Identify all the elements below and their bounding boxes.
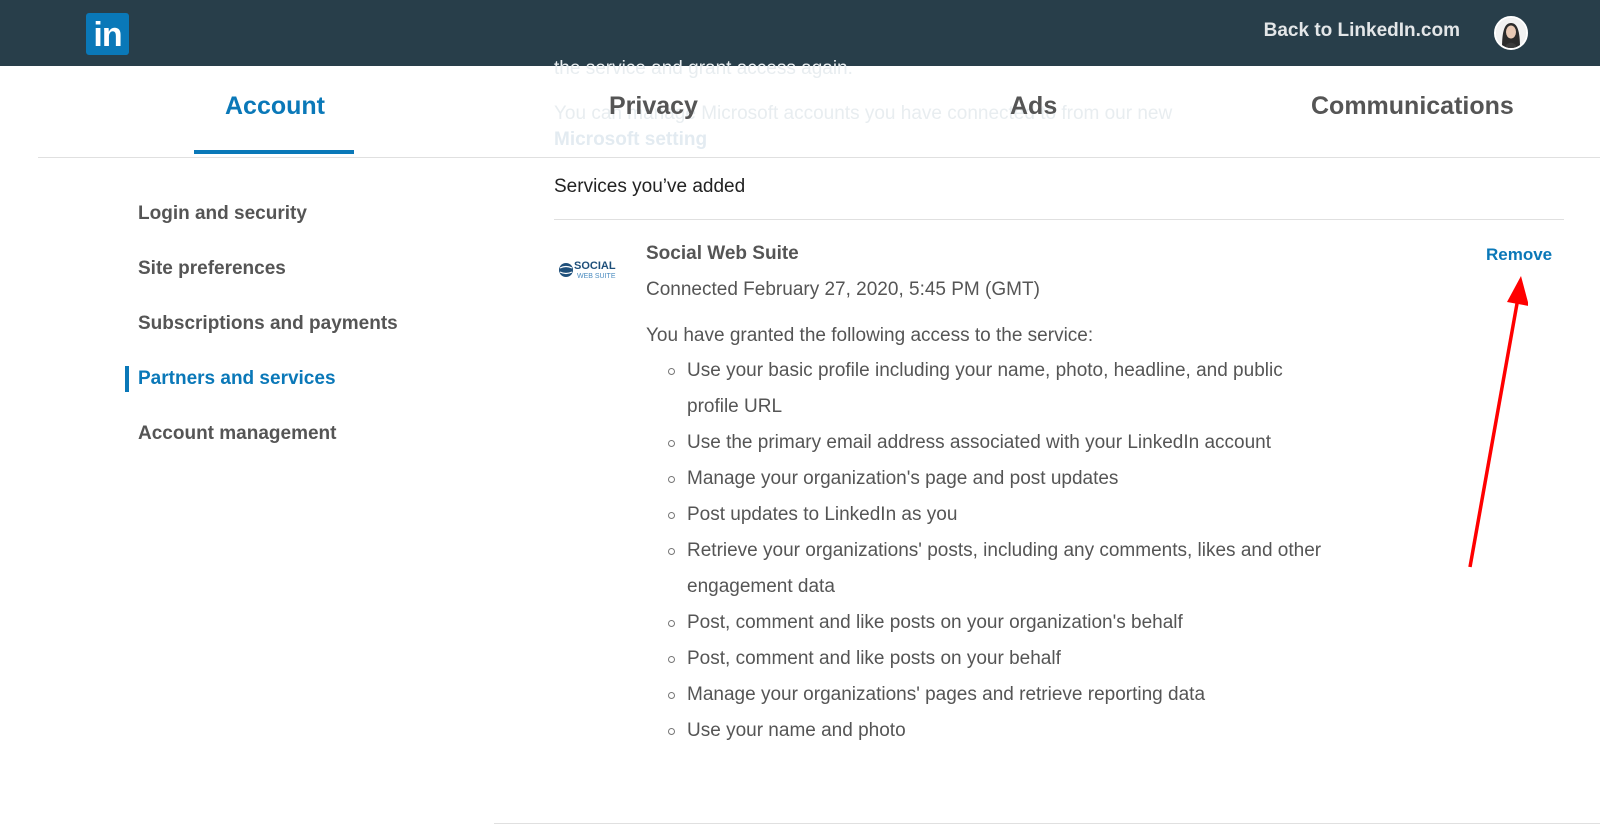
list-item: Manage your organizations' pages and ret… bbox=[668, 677, 1338, 713]
tab-communications[interactable]: Communications bbox=[1311, 92, 1514, 121]
back-to-linkedin-link[interactable]: Back to LinkedIn.com bbox=[1264, 20, 1460, 42]
access-intro: You have granted the following access to… bbox=[646, 325, 1094, 346]
list-item: Post, comment and like posts on your org… bbox=[668, 605, 1338, 641]
globe-icon bbox=[559, 263, 573, 277]
list-item: Manage your organization's page and post… bbox=[668, 461, 1338, 497]
sidebar-item-login-and-security[interactable]: Login and security bbox=[125, 190, 505, 245]
list-item: Post, comment and like posts on your beh… bbox=[668, 641, 1338, 677]
tab-account[interactable]: Account bbox=[225, 92, 325, 121]
sidebar-item-account-management[interactable]: Account management bbox=[125, 410, 505, 465]
red-arrow-annotation-icon bbox=[1468, 276, 1528, 568]
active-tab-indicator bbox=[194, 150, 354, 154]
service-name: Social Web Suite bbox=[646, 243, 799, 264]
list-item: Use the primary email address associated… bbox=[668, 425, 1338, 461]
access-permissions-list: Use your basic profile including your na… bbox=[668, 353, 1338, 749]
sidebar-item-subscriptions-and-payments[interactable]: Subscriptions and payments bbox=[125, 300, 505, 355]
linkedin-logo-icon[interactable]: in bbox=[86, 13, 129, 55]
svg-text:WEB SUITE: WEB SUITE bbox=[577, 273, 616, 280]
top-navigation-bar: in Back to LinkedIn.com bbox=[0, 0, 1600, 66]
list-item: Use your basic profile including your na… bbox=[668, 353, 1338, 425]
settings-sidebar: Login and security Site preferences Subs… bbox=[125, 190, 505, 465]
avatar[interactable] bbox=[1494, 16, 1528, 50]
settings-tabs: Account Privacy Ads Communications bbox=[38, 66, 1600, 158]
service-connected-date: Connected February 27, 2020, 5:45 PM (GM… bbox=[646, 279, 1040, 300]
svg-text:SOCIAL: SOCIAL bbox=[574, 260, 616, 272]
divider bbox=[494, 823, 1600, 824]
sidebar-item-partners-and-services[interactable]: Partners and services bbox=[125, 355, 505, 410]
sidebar-item-site-preferences[interactable]: Site preferences bbox=[125, 245, 505, 300]
list-item: Retrieve your organizations' posts, incl… bbox=[668, 533, 1338, 605]
tab-ads[interactable]: Ads bbox=[1010, 92, 1057, 121]
tab-privacy[interactable]: Privacy bbox=[609, 92, 698, 121]
section-title: Services you’ve added bbox=[554, 176, 746, 197]
remove-service-button[interactable]: Remove bbox=[1486, 245, 1552, 265]
social-web-suite-logo: SOCIAL WEB SUITE bbox=[558, 257, 624, 285]
list-item: Post updates to LinkedIn as you bbox=[668, 497, 1338, 533]
list-item: Use your name and photo bbox=[668, 713, 1338, 749]
user-photo-icon bbox=[1496, 18, 1526, 48]
divider bbox=[554, 219, 1564, 220]
